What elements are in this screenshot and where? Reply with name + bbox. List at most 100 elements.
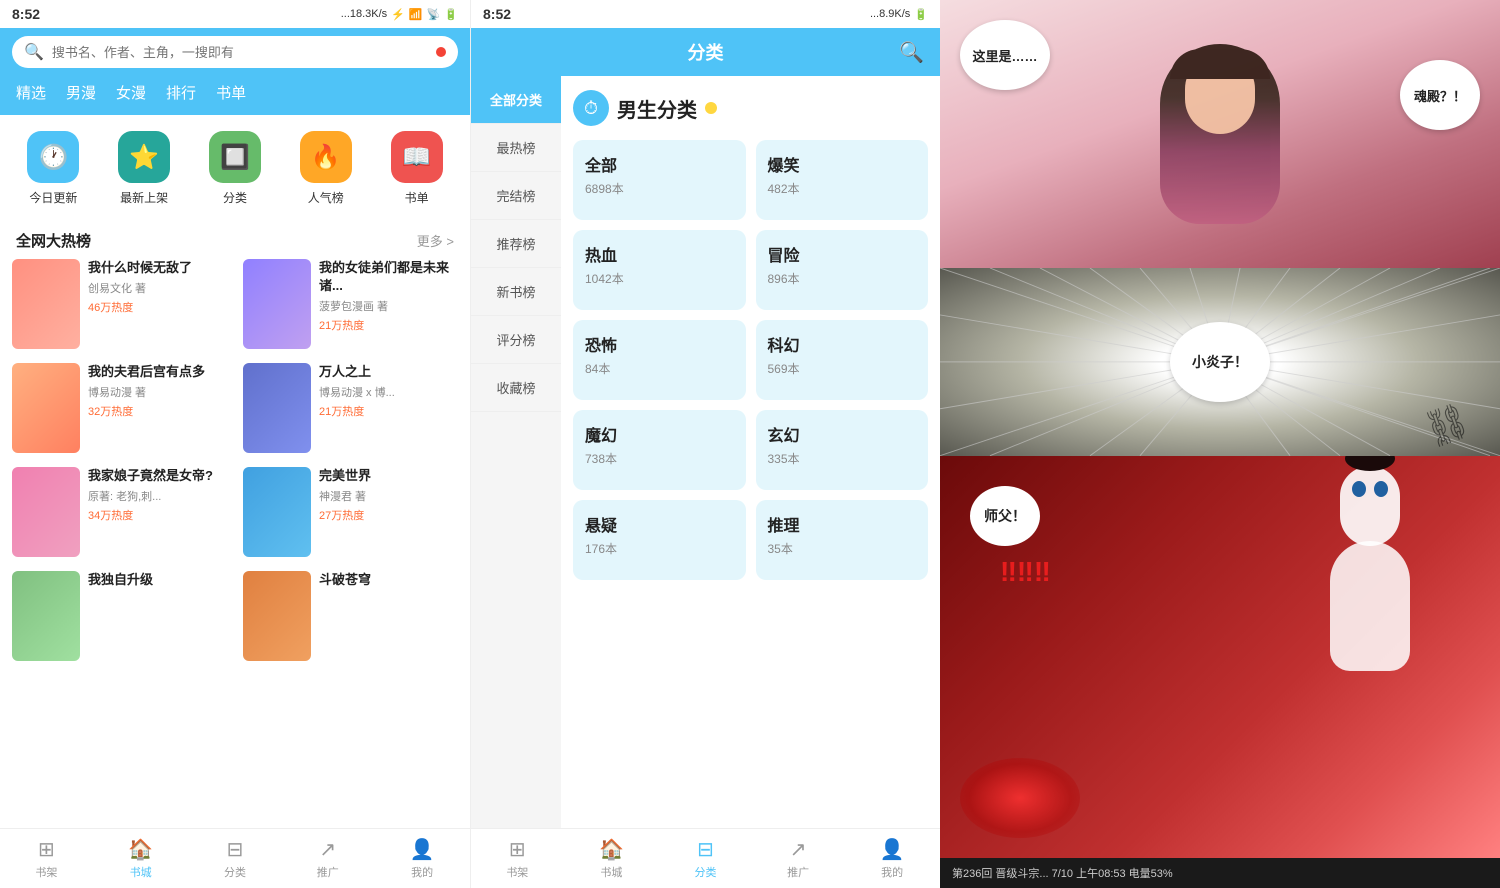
book-item-6[interactable]: 完美世界 神漫君 著 27万热度	[243, 467, 458, 557]
cat-card-xuanhuan[interactable]: 玄幻 335本	[756, 410, 929, 490]
speech-bubble-1a: 这里是……	[960, 20, 1050, 90]
new-shelf-icon: ⭐	[118, 131, 170, 183]
cat-card-funny[interactable]: 爆笑 482本	[756, 140, 929, 220]
cat-card-scifi[interactable]: 科幻 569本	[756, 320, 929, 400]
book-row-1: 我什么时候无敌了 创易文化 著 46万热度 我的女徒弟们都是未来诸... 菠萝包…	[12, 259, 458, 349]
book-item-2[interactable]: 我的女徒弟们都是未来诸... 菠萝包漫画 著 21万热度	[243, 259, 458, 349]
cat-count-scifi: 569本	[768, 360, 917, 377]
book-title-5: 我家娘子竟然是女帝?	[88, 467, 227, 485]
search-bar: 🔍	[0, 28, 470, 76]
search-dot	[436, 47, 446, 57]
nav-profile-2[interactable]: 👤 我的	[880, 837, 905, 880]
quick-icon-popularity[interactable]: 🔥 人气榜	[300, 131, 352, 206]
bookstore-icon-1: 🏠	[128, 837, 153, 862]
book-title-1: 我什么时候无敌了	[88, 259, 227, 277]
book-title-3: 我的夫君后宫有点多	[88, 363, 227, 381]
cat-count-funny: 482本	[768, 180, 917, 197]
profile-label-2: 我的	[881, 864, 903, 880]
category-body: 全部分类 最热榜 完结榜 推荐榜 新书榜 评分榜 收藏榜 ⏱ 男生分类 全部 6…	[471, 76, 940, 828]
book-cover-8	[243, 571, 311, 661]
book-item-3[interactable]: 我的夫君后宫有点多 博易动漫 著 32万热度	[12, 363, 227, 453]
section-title: 全网大热榜	[16, 230, 91, 251]
nav-category-1[interactable]: ⊟ 分类	[224, 837, 246, 880]
popularity-label: 人气榜	[308, 189, 344, 206]
signal-icon: 📶	[409, 8, 423, 21]
hot-section-header: 全网大热榜 更多 >	[0, 222, 470, 259]
search-input[interactable]	[52, 45, 428, 60]
tab-jingxuan[interactable]: 精选	[16, 80, 46, 105]
book-item-4[interactable]: 万人之上 博易动漫 x 博... 21万热度	[243, 363, 458, 453]
popularity-icon: 🔥	[300, 131, 352, 183]
bookstore-label-1: 书城	[130, 864, 152, 880]
quick-icon-today[interactable]: 🕐 今日更新	[27, 131, 79, 206]
network-speed-1: ...18.3K/s	[341, 8, 387, 20]
tab-paihang[interactable]: 排行	[166, 80, 196, 105]
sidebar-cat-score[interactable]: 评分榜	[471, 316, 561, 364]
cat-card-action[interactable]: 热血 1042本	[573, 230, 746, 310]
search-input-wrap[interactable]: 🔍	[12, 36, 458, 68]
cat-name-magic: 魔幻	[585, 422, 734, 446]
sidebar-cat-collect[interactable]: 收藏榜	[471, 364, 561, 412]
nav-promote-1[interactable]: ↗ 推广	[317, 837, 339, 880]
cat-count-adventure: 896本	[768, 270, 917, 287]
shelf-icon-1: ⊞	[38, 837, 55, 862]
nav-bookstore-2[interactable]: 🏠 书城	[599, 837, 624, 880]
cat-card-adventure[interactable]: 冒险 896本	[756, 230, 929, 310]
cat-card-magic[interactable]: 魔幻 738本	[573, 410, 746, 490]
main-category-content: ⏱ 男生分类 全部 6898本 爆笑 482本 热血 1042本 冒险	[561, 76, 940, 828]
nav-promote-2[interactable]: ↗ 推广	[787, 837, 809, 880]
nav-shelf-2[interactable]: ⊞ 书架	[506, 837, 528, 880]
sidebar-cat-new[interactable]: 新书榜	[471, 268, 561, 316]
today-update-label: 今日更新	[29, 189, 77, 206]
book-item-1[interactable]: 我什么时候无敌了 创易文化 著 46万热度	[12, 259, 227, 349]
promote-icon-1: ↗	[319, 837, 336, 862]
category-search-button[interactable]: 🔍	[899, 40, 924, 65]
category-nav-label-2: 分类	[694, 864, 716, 880]
sidebar-cat-recommend[interactable]: 推荐榜	[471, 220, 561, 268]
tab-nanman[interactable]: 男漫	[66, 80, 96, 105]
time-2: 8:52	[483, 6, 511, 22]
time-1: 8:52	[12, 6, 40, 22]
tab-nvman[interactable]: 女漫	[116, 80, 146, 105]
sidebar-cat-hot[interactable]: 最热榜	[471, 124, 561, 172]
book-title-7: 我独自升级	[88, 571, 227, 589]
cat-card-detective[interactable]: 推理 35本	[756, 500, 929, 580]
book-item-5[interactable]: 我家娘子竟然是女帝? 原著: 老狗,刺... 34万热度	[12, 467, 227, 557]
nav-shelf-1[interactable]: ⊞ 书架	[35, 837, 57, 880]
cat-count-magic: 738本	[585, 450, 734, 467]
bookstore-icon-2: 🏠	[599, 837, 624, 862]
status-bar-1: 8:52 ...18.3K/s ⚡ 📶 📡 🔋	[0, 0, 470, 28]
cat-card-horror[interactable]: 恐怖 84本	[573, 320, 746, 400]
booklist-icon: 📖	[391, 131, 443, 183]
book-info-8: 斗破苍穹	[319, 571, 458, 661]
book-item-7[interactable]: 我独自升级	[12, 571, 227, 661]
book-heat-4: 21万热度	[319, 403, 458, 419]
male-badge	[705, 102, 717, 114]
cat-name-adventure: 冒险	[768, 242, 917, 266]
book-heat-3: 32万热度	[88, 403, 227, 419]
book-title-8: 斗破苍穹	[319, 571, 458, 589]
book-info-2: 我的女徒弟们都是未来诸... 菠萝包漫画 著 21万热度	[319, 259, 458, 349]
cat-card-mystery[interactable]: 悬疑 176本	[573, 500, 746, 580]
category-grid: 全部 6898本 爆笑 482本 热血 1042本 冒险 896本 恐怖 8	[573, 140, 928, 580]
more-link[interactable]: 更多 >	[417, 231, 454, 250]
cat-name-funny: 爆笑	[768, 152, 917, 176]
battery-1: 🔋	[444, 8, 458, 21]
quick-icon-booklist[interactable]: 📖 书单	[391, 131, 443, 206]
book-item-8[interactable]: 斗破苍穹	[243, 571, 458, 661]
sidebar-cat-complete[interactable]: 完结榜	[471, 172, 561, 220]
quick-icon-new[interactable]: ⭐ 最新上架	[118, 131, 170, 206]
cat-card-all[interactable]: 全部 6898本	[573, 140, 746, 220]
nav-bookstore-1[interactable]: 🏠 书城	[128, 837, 153, 880]
book-heat-2: 21万热度	[319, 317, 458, 333]
exclamation-marks: ‼‼‼	[1000, 556, 1051, 588]
nav-profile-1[interactable]: 👤 我的	[410, 837, 435, 880]
sidebar-cat-all[interactable]: 全部分类	[471, 76, 561, 124]
bluetooth-icon: ⚡	[391, 8, 405, 21]
cat-name-xuanhuan: 玄幻	[768, 422, 917, 446]
quick-icon-category[interactable]: 🔲 分类	[209, 131, 261, 206]
nav-category-2[interactable]: ⊟ 分类	[694, 837, 716, 880]
speech-bubble-3: 师父！	[970, 486, 1040, 546]
promote-label-2: 推广	[787, 864, 809, 880]
tab-shudang[interactable]: 书单	[216, 80, 246, 105]
